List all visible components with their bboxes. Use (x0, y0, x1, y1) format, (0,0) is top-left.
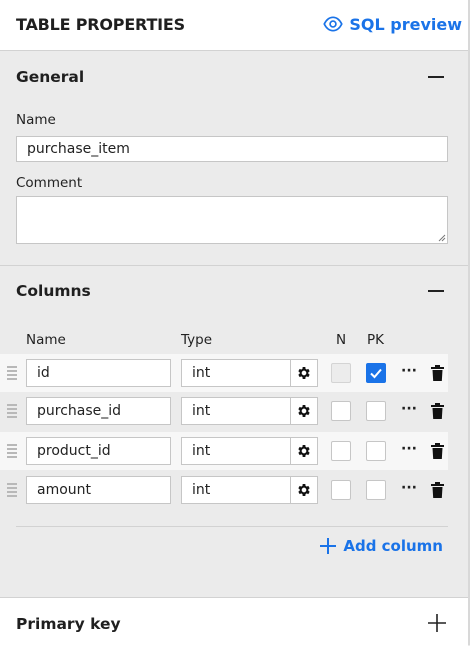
primary-key-checkbox[interactable] (366, 363, 386, 383)
column-name-input[interactable]: product_id (26, 437, 171, 465)
comment-textarea[interactable] (16, 196, 448, 244)
nullable-checkbox[interactable] (331, 441, 351, 461)
drag-handle-icon[interactable] (7, 366, 17, 380)
drag-handle-icon[interactable] (7, 483, 17, 497)
drag-handle-icon[interactable] (7, 444, 17, 458)
gear-icon (298, 445, 310, 457)
column-type-input[interactable]: int (181, 437, 291, 465)
table-name-input[interactable]: purchase_item (16, 136, 448, 162)
resize-handle-icon[interactable] (438, 234, 446, 242)
primary-key-checkbox[interactable] (366, 480, 386, 500)
column-type-settings-button[interactable] (290, 397, 318, 425)
panel-title: TABLE PROPERTIES (16, 15, 185, 34)
add-column-label: Add column (343, 537, 443, 555)
column-type-input[interactable]: int (181, 476, 291, 504)
trash-icon[interactable] (431, 482, 444, 498)
checkmark-icon (370, 368, 382, 379)
general-collapse-icon[interactable] (428, 76, 444, 78)
sql-preview-button[interactable]: SQL preview (323, 14, 462, 34)
column-name-input[interactable]: amount (26, 476, 171, 504)
column-type-settings-button[interactable] (290, 437, 318, 465)
column-row: id int ··· (0, 354, 448, 392)
add-column-button[interactable]: Add column (319, 537, 443, 555)
column-name-input[interactable]: id (26, 359, 171, 387)
more-options-icon[interactable]: ··· (401, 402, 417, 418)
column-row: amount int ··· (0, 471, 448, 509)
column-type-input[interactable]: int (181, 359, 291, 387)
column-type-input[interactable]: int (181, 397, 291, 425)
more-options-icon[interactable]: ··· (401, 442, 417, 458)
gear-icon (298, 484, 310, 496)
primary-key-section: Primary key (0, 597, 468, 646)
nullable-checkbox[interactable] (331, 401, 351, 421)
sql-preview-label: SQL preview (349, 14, 462, 34)
nullable-checkbox[interactable] (331, 480, 351, 500)
column-row: purchase_id int ··· (0, 392, 448, 430)
column-name-input[interactable]: purchase_id (26, 397, 171, 425)
column-header-pk: PK (367, 332, 384, 348)
columns-divider (16, 526, 448, 527)
column-header-name: Name (26, 332, 66, 348)
more-options-icon[interactable]: ··· (401, 481, 417, 497)
comment-label: Comment (16, 175, 83, 191)
primary-key-section-heading: Primary key (16, 615, 121, 633)
gear-icon (298, 405, 310, 417)
section-divider (0, 265, 468, 266)
more-options-icon[interactable]: ··· (401, 364, 417, 380)
trash-icon[interactable] (431, 365, 444, 381)
table-properties-panel: TABLE PROPERTIES SQL preview General Nam… (0, 0, 470, 646)
plus-icon (320, 538, 337, 554)
panel-header: TABLE PROPERTIES SQL preview (0, 0, 468, 51)
nullable-checkbox[interactable] (331, 363, 351, 383)
gear-icon (298, 367, 310, 379)
column-header-type: Type (181, 332, 213, 348)
column-row: product_id int ··· (0, 432, 448, 470)
columns-section-heading: Columns (16, 282, 91, 300)
general-section-heading: General (16, 68, 85, 86)
add-primary-key-icon[interactable] (428, 614, 446, 632)
drag-handle-icon[interactable] (7, 404, 17, 418)
trash-icon[interactable] (431, 403, 444, 419)
primary-key-checkbox[interactable] (366, 441, 386, 461)
eye-icon (323, 16, 344, 32)
column-type-settings-button[interactable] (290, 359, 318, 387)
primary-key-checkbox[interactable] (366, 401, 386, 421)
column-header-nullable: N (336, 332, 347, 348)
columns-collapse-icon[interactable] (428, 290, 444, 292)
trash-icon[interactable] (431, 443, 444, 459)
name-label: Name (16, 112, 56, 128)
column-type-settings-button[interactable] (290, 476, 318, 504)
